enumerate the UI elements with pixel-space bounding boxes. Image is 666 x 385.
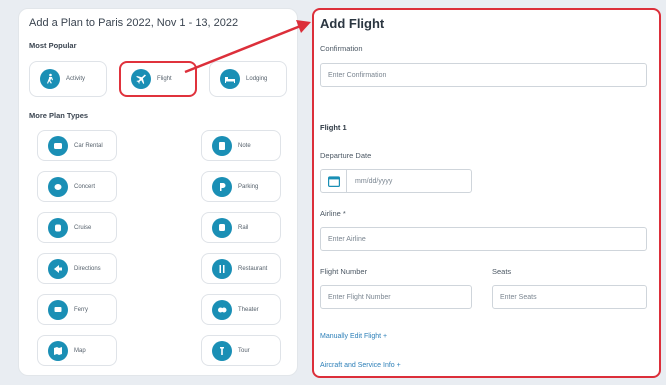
tour-button[interactable]: Tour [201,335,281,366]
aircraft-service-info-link[interactable]: Aircraft and Service Info + [320,362,401,369]
departure-date-input[interactable]: mm/dd/yyyy [320,169,472,193]
airline-label: Airline * [320,209,346,218]
flight-button[interactable]: Flight [118,61,198,97]
confirmation-label: Confirmation [320,44,363,53]
map-button[interactable]: Map [37,335,117,366]
add-plan-panel: Add a Plan to Paris 2022, Nov 1 - 13, 20… [18,8,298,376]
seats-input[interactable]: Enter Seats [492,285,647,309]
form-title: Add Flight [320,16,385,31]
concert-icon [48,176,68,197]
cruise-button[interactable]: Cruise [37,212,117,243]
directions-button[interactable]: Directions [37,253,117,284]
car-rental-button[interactable]: Car Rental [37,130,117,161]
theater-icon [212,299,232,320]
note-icon [212,135,232,156]
departure-date-label: Departure Date [320,151,372,160]
rail-button[interactable]: Rail [201,212,281,243]
car-icon [48,135,68,156]
seats-label: Seats [492,267,512,276]
manually-edit-flight-link[interactable]: Manually Edit Flight + [320,333,387,340]
add-flight-form: Add Flight Confirmation Enter Confirmati… [312,8,661,378]
airline-input[interactable]: Enter Airline [320,227,647,251]
date-placeholder: mm/dd/yyyy [355,177,393,185]
cruise-icon [48,217,68,238]
rail-icon [212,217,232,238]
confirmation-input[interactable]: Enter Confirmation [320,63,647,87]
lodging-button[interactable]: Lodging [209,61,288,97]
flight-number-label: Flight Number [320,267,368,276]
parking-button[interactable]: Parking [201,171,281,202]
restaurant-icon [212,258,232,279]
more-plan-grid: Car Rental Note Concert Parking Cruise R… [29,130,287,366]
ferry-button[interactable]: Ferry [37,294,117,325]
map-icon [48,340,68,361]
plane-icon [130,69,151,89]
more-plan-types-label: More Plan Types [29,111,89,120]
most-popular-label: Most Popular [29,41,77,50]
note-button[interactable]: Note [201,130,281,161]
calendar-icon[interactable] [321,170,347,192]
activity-icon [40,69,60,89]
bed-icon [220,69,241,89]
popular-plans: Activity Flight Lodging [29,61,288,97]
concert-button[interactable]: Concert [37,171,117,202]
flight-section-heading: Flight 1 [320,123,347,132]
parking-icon [212,176,232,197]
activity-button[interactable]: Activity [29,61,107,97]
restaurant-button[interactable]: Restaurant [201,253,281,284]
ferry-icon [48,299,68,320]
tour-icon [212,340,232,361]
flight-number-input[interactable]: Enter Flight Number [320,285,472,309]
panel-title: Add a Plan to Paris 2022, Nov 1 - 13, 20… [29,17,239,29]
theater-button[interactable]: Theater [201,294,281,325]
directions-icon [48,258,68,279]
